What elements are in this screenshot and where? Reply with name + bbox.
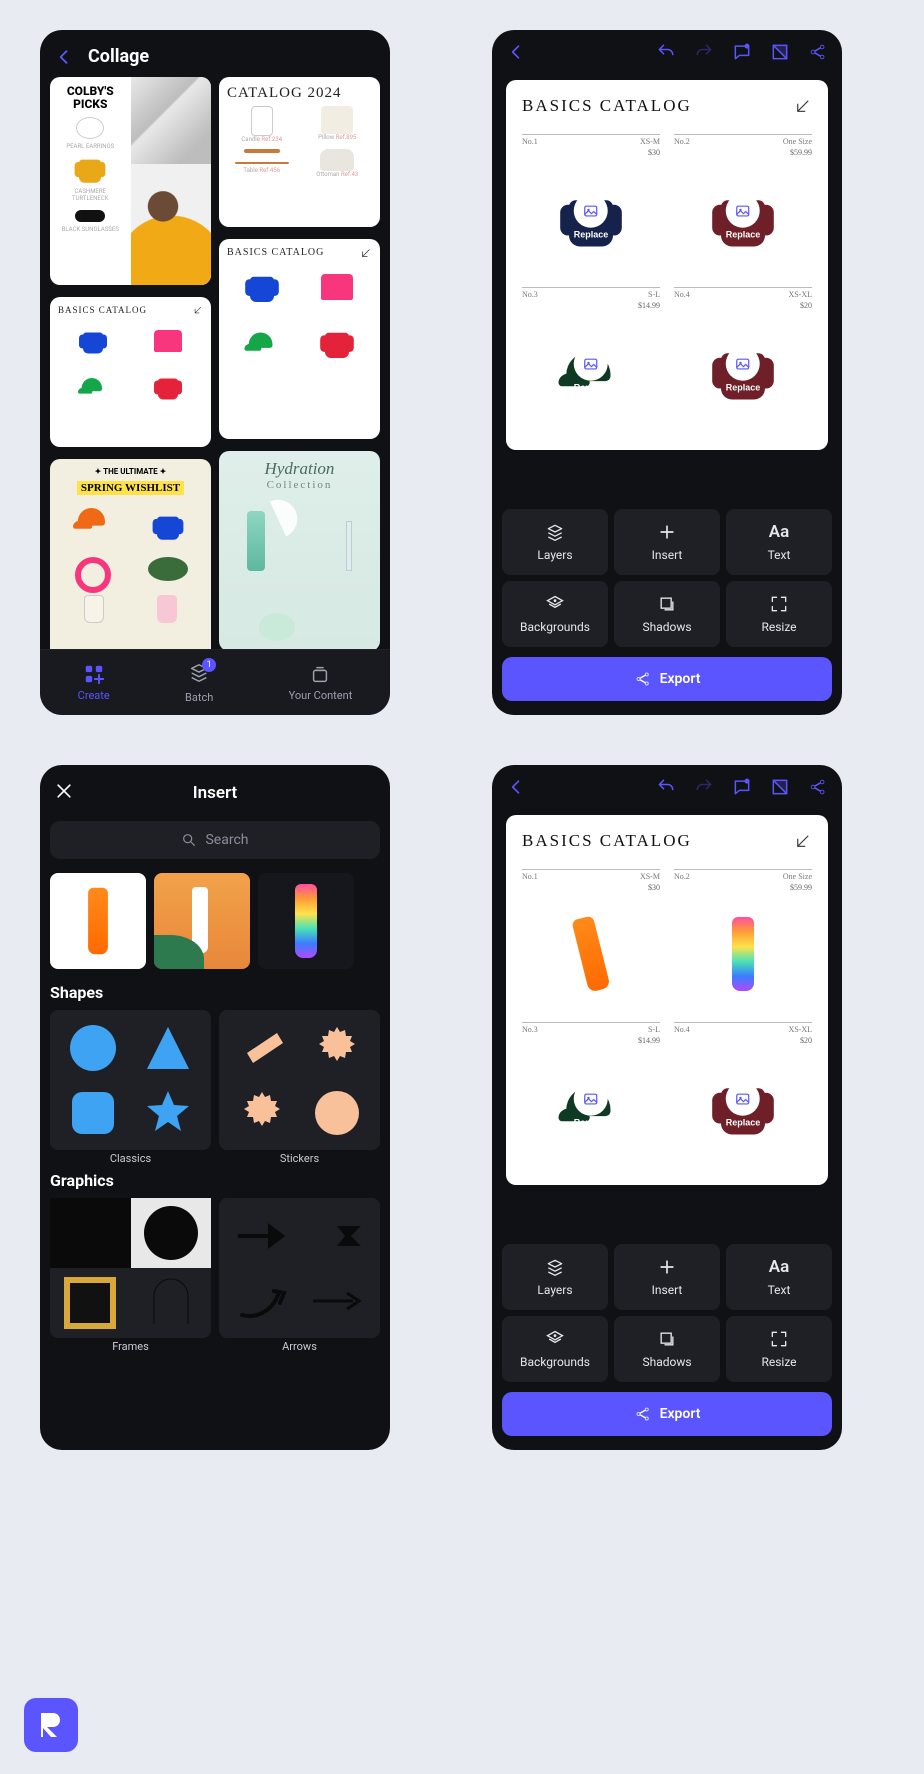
compare-icon[interactable] bbox=[770, 777, 790, 801]
compare-icon[interactable] bbox=[770, 42, 790, 66]
recent-item[interactable] bbox=[154, 873, 250, 969]
search-icon bbox=[181, 832, 197, 848]
screen-editor-replace-all: BASICS CATALOG No.1XS-M $30 Replace bbox=[492, 30, 842, 715]
template-tile-spring-wishlist[interactable]: ✦ THE ULTIMATE ✦ SPRING WISHLIST bbox=[50, 459, 211, 649]
text-icon: Aa bbox=[769, 522, 789, 542]
template-tile-hydration[interactable]: Hydration Collection bbox=[219, 451, 380, 649]
back-icon[interactable] bbox=[506, 42, 526, 66]
arrow-down-left-icon bbox=[794, 97, 812, 115]
screen-collage-list: Collage COLBY'S PICKS PEARL EARRINGS CAS… bbox=[40, 30, 390, 715]
export-button[interactable]: Export bbox=[502, 1392, 832, 1436]
canvas-cell-1[interactable]: No.1XS-M $30 bbox=[522, 869, 660, 1016]
canvas-cell-1[interactable]: No.1XS-M $30 Replace bbox=[522, 134, 660, 281]
comment-icon[interactable] bbox=[732, 42, 752, 66]
redo-icon[interactable] bbox=[694, 42, 714, 66]
sheet-title: Insert bbox=[54, 783, 376, 803]
arrow-down-left-icon bbox=[794, 832, 812, 850]
tile-title: COLBY'S PICKS bbox=[58, 85, 123, 111]
replace-overlay[interactable]: Replace bbox=[574, 347, 609, 393]
redo-icon[interactable] bbox=[694, 777, 714, 801]
product-image[interactable] bbox=[732, 917, 754, 991]
text-icon: Aa bbox=[769, 1257, 789, 1277]
search-input[interactable]: Search bbox=[50, 821, 380, 859]
template-tile-basics-right[interactable]: BASICS CATALOG bbox=[219, 239, 380, 439]
recents-row bbox=[50, 873, 380, 969]
graphics-frames-tile[interactable] bbox=[50, 1198, 211, 1338]
page-title: Collage bbox=[88, 46, 149, 67]
text-button[interactable]: Aa Text bbox=[726, 1244, 832, 1310]
backgrounds-button[interactable]: Backgrounds bbox=[502, 1316, 608, 1382]
nav-batch[interactable]: 1 Batch bbox=[185, 662, 213, 704]
canvas-cell-4[interactable]: No.4XS-XL $20 Replace bbox=[674, 287, 812, 434]
canvas-cell-3[interactable]: No.3S-L $14.99 Replace bbox=[522, 1022, 660, 1169]
undo-icon[interactable] bbox=[656, 42, 676, 66]
insert-button[interactable]: Insert bbox=[614, 1244, 720, 1310]
insert-button[interactable]: Insert bbox=[614, 509, 720, 575]
replace-overlay[interactable]: Replace bbox=[726, 194, 761, 240]
graphics-arrows-tile[interactable] bbox=[219, 1198, 380, 1338]
replace-overlay[interactable]: Replace bbox=[574, 194, 609, 240]
back-icon[interactable] bbox=[54, 47, 74, 67]
product-image[interactable] bbox=[571, 915, 610, 992]
replace-overlay[interactable]: Replace bbox=[726, 347, 761, 393]
comment-icon[interactable] bbox=[732, 777, 752, 801]
graphics-heading: Graphics bbox=[50, 1171, 380, 1190]
shapes-heading: Shapes bbox=[50, 983, 380, 1002]
recent-item[interactable] bbox=[258, 873, 354, 969]
canvas-cell-2[interactable]: No.2One Size $59.99 Replace bbox=[674, 134, 812, 281]
app-logo bbox=[24, 1698, 78, 1752]
canvas-cell-2[interactable]: No.2One Size $59.99 bbox=[674, 869, 812, 1016]
resize-button[interactable]: Resize bbox=[726, 581, 832, 647]
nav-create[interactable]: Create bbox=[78, 663, 110, 702]
canvas-title: BASICS CATALOG bbox=[522, 831, 692, 851]
replace-overlay[interactable]: Replace bbox=[726, 1082, 761, 1128]
template-tile-basics-left[interactable]: BASICS CATALOG bbox=[50, 297, 211, 447]
shadows-button[interactable]: Shadows bbox=[614, 581, 720, 647]
replace-overlay[interactable]: Replace bbox=[574, 1082, 609, 1128]
share-icon[interactable] bbox=[808, 777, 828, 801]
screen-editor-replaced: BASICS CATALOG No.1XS-M $30 No.2One Size… bbox=[492, 765, 842, 1450]
undo-icon[interactable] bbox=[656, 777, 676, 801]
bottom-nav: Create 1 Batch Your Content bbox=[40, 649, 390, 715]
export-button[interactable]: Export bbox=[502, 657, 832, 701]
canvas-cell-3[interactable]: No.3S-L $14.99 Replace bbox=[522, 287, 660, 434]
editor-canvas[interactable]: BASICS CATALOG No.1XS-M $30 No.2One Size… bbox=[506, 815, 828, 1185]
template-tile-colbys-picks[interactable]: COLBY'S PICKS PEARL EARRINGS CASHMERE TU… bbox=[50, 77, 211, 285]
nav-your-content[interactable]: Your Content bbox=[289, 663, 353, 702]
shapes-stickers-tile[interactable] bbox=[219, 1010, 380, 1150]
screen-insert-sheet: Insert Search Shapes bbox=[40, 765, 390, 1450]
editor-canvas[interactable]: BASICS CATALOG No.1XS-M $30 Replace bbox=[506, 80, 828, 450]
template-tile-catalog-2024[interactable]: CATALOG 2024 Candle Ref.234 Pillow Ref.8… bbox=[219, 77, 380, 227]
backgrounds-button[interactable]: Backgrounds bbox=[502, 581, 608, 647]
layers-button[interactable]: Layers bbox=[502, 1244, 608, 1310]
layers-button[interactable]: Layers bbox=[502, 509, 608, 575]
share-icon[interactable] bbox=[808, 42, 828, 66]
shapes-classics-tile[interactable] bbox=[50, 1010, 211, 1150]
shadows-button[interactable]: Shadows bbox=[614, 1316, 720, 1382]
back-icon[interactable] bbox=[506, 777, 526, 801]
canvas-cell-4[interactable]: No.4XS-XL $20 Replace bbox=[674, 1022, 812, 1169]
recent-item[interactable] bbox=[50, 873, 146, 969]
resize-button[interactable]: Resize bbox=[726, 1316, 832, 1382]
canvas-title: BASICS CATALOG bbox=[522, 96, 692, 116]
text-button[interactable]: Aa Text bbox=[726, 509, 832, 575]
batch-badge: 1 bbox=[202, 658, 216, 672]
